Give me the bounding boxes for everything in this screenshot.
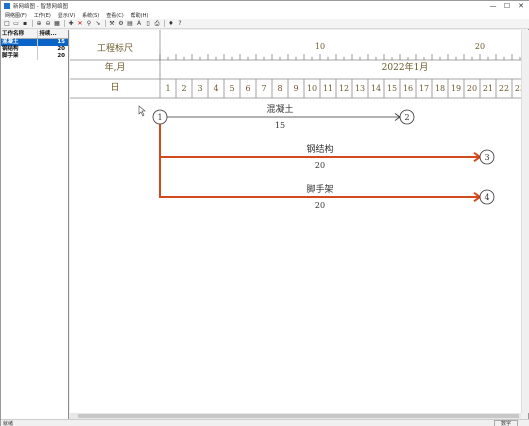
window-title: 新网络图 - 智慧网络图 [13,4,68,10]
task-row[interactable]: 混凝土 15 [1,39,68,46]
ruler-mark-20: 20 [475,42,485,51]
event-node-label: 4 [484,193,489,202]
day-cell-16: 16 [403,84,413,93]
event-node-label: 3 [484,153,489,162]
day-cell-1: 1 [165,84,170,93]
settings-icon[interactable]: ⚙ [117,20,125,28]
header-duration[interactable]: 持续... [38,30,68,38]
pin-icon[interactable]: ♦ [167,20,175,28]
day-cell-9: 9 [293,84,298,93]
task-name-label: 钢结构 [306,143,333,155]
day-cells: 1234567891011121314151617181920212223 [165,79,521,98]
delete-icon[interactable]: ✕ [76,20,84,28]
task-duration[interactable]: 15 [38,39,68,46]
arrow-icon[interactable]: ➘ [94,20,102,28]
menu-check[interactable]: 查看(C) [106,12,123,19]
help-icon[interactable]: ? [176,20,184,28]
day-cell-10: 10 [307,84,317,93]
day-cell-22: 22 [499,84,509,93]
minimize-button[interactable]: — [486,1,500,11]
day-cell-21: 21 [483,84,493,93]
zoom-out-icon[interactable]: ⊖ [44,20,52,28]
task-duration[interactable]: 20 [38,53,68,60]
task-name[interactable]: 混凝土 [1,39,39,46]
app-window: 新网络图 - 智慧网络图 — ☐ ✕ 网络图(F) 工作(E) 显示(V) 系统… [0,0,529,426]
day-cell-17: 17 [419,84,429,93]
app-icon [4,3,10,9]
mouse-cursor-icon [138,105,146,117]
day-cell-6: 6 [245,84,250,93]
event-node-label: 2 [404,113,409,122]
task-duration-label: 15 [275,121,285,130]
ruler-label: 工程标尺 [97,42,133,54]
day-cell-13: 13 [355,84,365,93]
num-lock-indicator: 数字 [494,420,518,426]
day-cell-15: 15 [387,84,397,93]
ruler-mark-10: 10 [315,42,325,51]
header-task-name[interactable]: 工作名称 [1,30,39,38]
day-cell-18: 18 [435,84,445,93]
day-cell-11: 11 [323,84,333,93]
text-icon[interactable]: A [135,20,143,28]
task-name[interactable]: 脚手架 [1,53,39,60]
new-file-icon[interactable]: □ [3,20,11,28]
day-cell-19: 19 [451,84,461,93]
task-arrows: 混凝土 15 钢结构 20 脚手架 20 [159,103,482,210]
event-node-label: 1 [157,113,162,122]
day-cell-20: 20 [467,84,477,93]
open-folder-icon[interactable]: ▭ [12,20,20,28]
menu-view[interactable]: 显示(V) [58,12,75,19]
task-name-label: 脚手架 [306,183,333,195]
close-button[interactable]: ✕ [514,1,528,11]
day-cell-4: 4 [213,84,218,93]
day-cell-8: 8 [277,84,282,93]
menu-system[interactable]: 系统(S) [82,12,99,19]
day-cell-3: 3 [197,84,202,93]
task-name[interactable]: 钢结构 [1,46,39,53]
task-duration-label: 20 [315,161,325,170]
title-bar: 新网络图 - 智慧网络图 — ☐ ✕ [1,1,529,11]
save-icon[interactable]: ▪ [21,20,29,28]
task-row[interactable]: 脚手架 20 [1,53,68,60]
vertical-scrollbar[interactable] [521,30,529,413]
menu-work[interactable]: 工作(E) [34,12,51,19]
day-cell-5: 5 [229,84,234,93]
status-text: 就绪 [3,421,14,426]
link-icon[interactable]: ⚲ [85,20,93,28]
toolbar: □ ▭ ▪ ⊕ ⊖ ▦ ✚ ✕ ⚲ ➘ ⚒ ⚙ ▤ A ▯ ⎙ ♦ ? [1,19,529,29]
menu-network[interactable]: 网络图(F) [5,12,27,19]
menu-bar: 网络图(F) 工作(E) 显示(V) 系统(S) 查看(C) 帮助(H) [1,11,529,19]
day-cell-2: 2 [181,84,186,93]
task-name-label: 混凝土 [266,103,293,115]
network-diagram-svg: 工程标尺 年,月 2022年1月 日 10 20 1 2 3 4 5 6 7 8 9 10 11 12 1… [70,30,521,210]
day-cell-7: 7 [261,84,266,93]
document-icon[interactable]: ▯ [144,20,152,28]
chart-icon[interactable]: ▤ [126,20,134,28]
year-month-label: 年,月 [105,61,126,73]
day-cell-14: 14 [371,84,381,93]
task-duration-label: 20 [315,201,325,210]
maximize-button[interactable]: ☐ [500,1,514,11]
network-diagram-canvas[interactable]: 工程标尺 年,月 2022年1月 日 10 20 1 2 3 4 5 6 7 8 9 10 11 12 1… [70,30,521,413]
task-row[interactable]: 钢结构 20 [1,46,68,53]
scroll-thumb[interactable] [78,414,519,418]
task-list-panel: 工作名称 持续... 混凝土 15 钢结构 20 脚手架 20 [1,30,69,419]
print-icon[interactable]: ⎙ [153,20,161,28]
task-duration[interactable]: 20 [38,46,68,53]
tools-icon[interactable]: ⚒ [108,20,116,28]
day-cell-12: 12 [339,84,349,93]
status-bar: 就绪 数字 [1,419,529,426]
menu-help[interactable]: 帮助(H) [131,12,149,19]
grid-icon[interactable]: ▦ [53,20,61,28]
year-month-value: 2022年1月 [382,61,429,73]
task-list-header: 工作名称 持续... [1,30,68,39]
day-label: 日 [110,82,119,93]
add-task-icon[interactable]: ✚ [67,20,75,28]
ruler-ticks: 10 20 [159,42,521,60]
zoom-in-icon[interactable]: ⊕ [35,20,43,28]
